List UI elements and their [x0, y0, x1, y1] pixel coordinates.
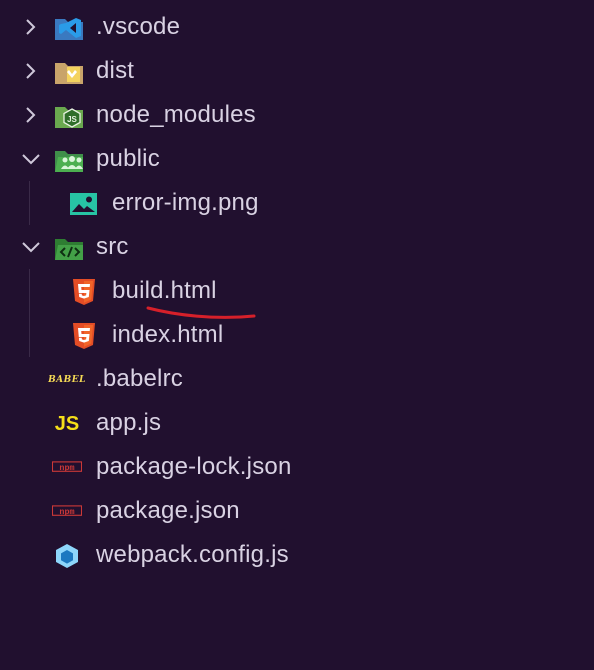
annotation-underline — [146, 306, 256, 319]
file-explorer: .vscode dist JS node_modules public erro… — [0, 0, 594, 670]
